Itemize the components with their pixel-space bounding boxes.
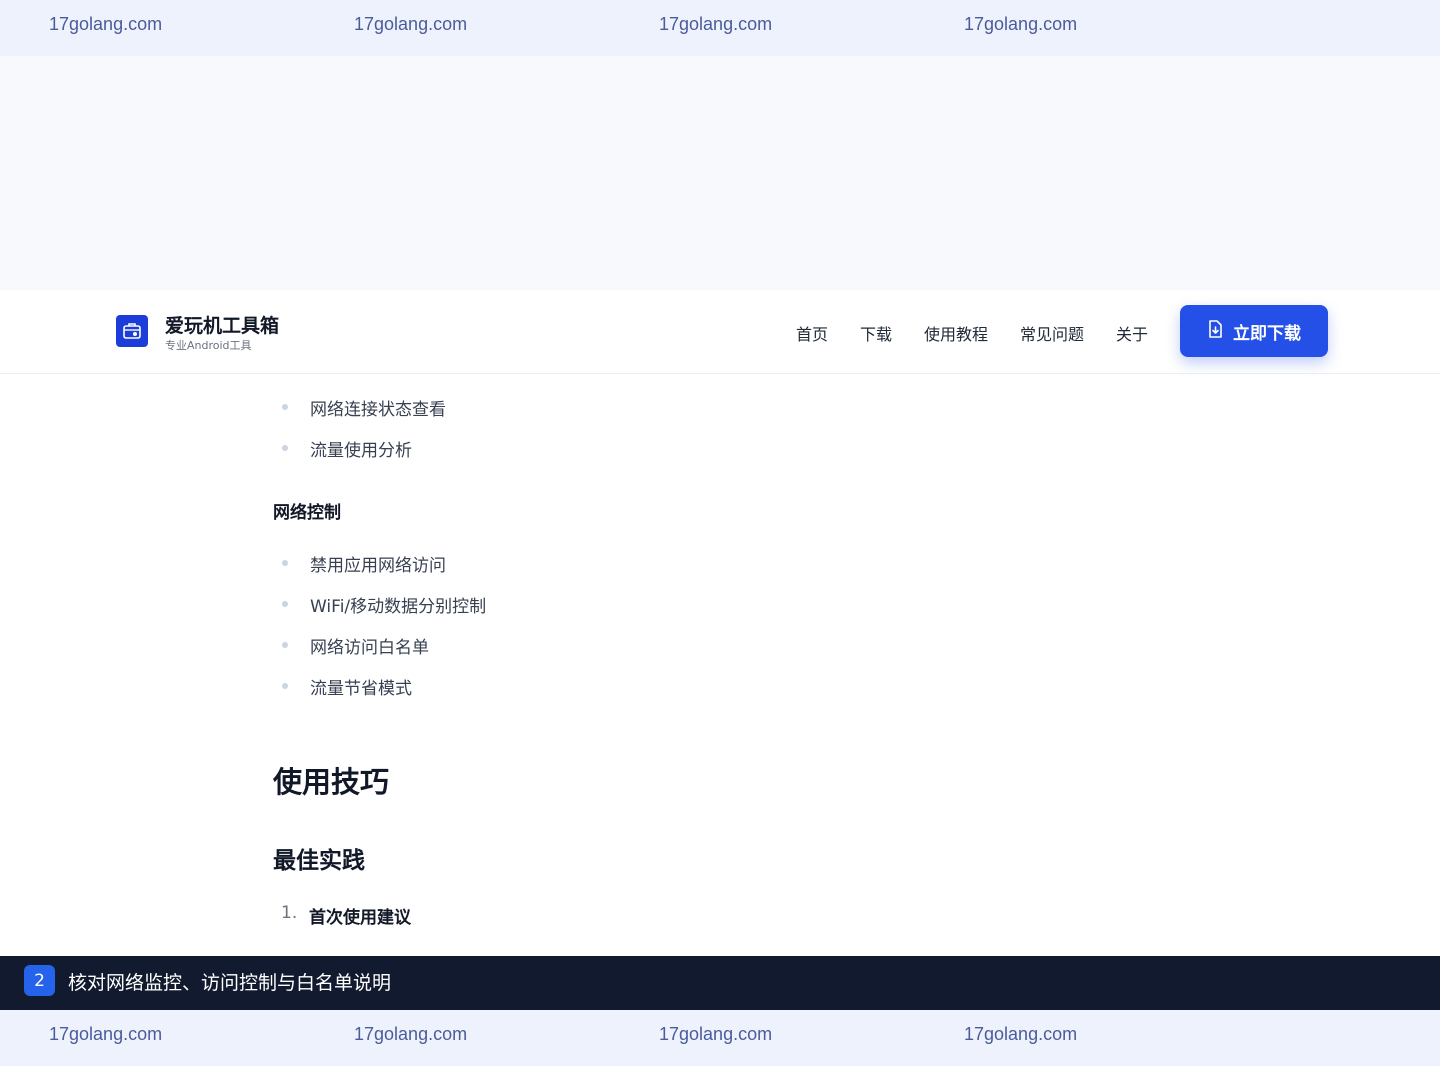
article-content: 网络连接状态查看 流量使用分析 网络控制 禁用应用网络访问 WiFi/移动数据分… [0, 374, 1440, 956]
nav-link-home[interactable]: 首页 [796, 321, 828, 345]
watermark-bar-bottom: 17golang.com 17golang.com 17golang.com 1… [0, 1010, 1440, 1066]
list-item: 流量节省模式 [310, 679, 412, 699]
brand-title[interactable]: 爱玩机工具箱 [165, 311, 279, 338]
step-caption-bar: 2 核对网络监控、访问控制与白名单说明 [0, 956, 1440, 1010]
step-caption-text: 核对网络监控、访问控制与白名单说明 [68, 972, 392, 994]
watermark-text: 17golang.com [354, 14, 468, 34]
nav-link-about[interactable]: 关于 [1116, 321, 1148, 345]
list-bullet [282, 601, 288, 607]
brand-subtitle: 专业Android工具 [165, 339, 252, 352]
file-download-icon [1207, 319, 1223, 343]
watermark-text: 17golang.com [49, 1024, 163, 1044]
nav-link-tutorial[interactable]: 使用教程 [924, 321, 988, 345]
list-bullet [282, 642, 288, 648]
download-now-button[interactable]: 立即下载 [1180, 305, 1328, 357]
watermark-text: 17golang.com [659, 1024, 773, 1044]
list-bullet [282, 404, 288, 410]
site-header: 爱玩机工具箱 专业Android工具 首页 下载 使用教程 常见问题 关于 立即… [0, 290, 1440, 374]
ordered-list-item: 首次使用建议 [309, 908, 411, 928]
list-item: 网络访问白名单 [310, 638, 429, 658]
list-item: 流量使用分析 [310, 441, 412, 461]
list-item: 禁用应用网络访问 [310, 556, 446, 576]
list-item: 网络连接状态查看 [310, 400, 446, 420]
watermark-text: 17golang.com [354, 1024, 468, 1044]
ordered-list-number: 1. [281, 903, 298, 923]
watermark-text: 17golang.com [964, 1024, 1078, 1044]
section-heading-tips: 使用技巧 [273, 765, 390, 799]
watermark-bar-top: 17golang.com 17golang.com 17golang.com 1… [0, 0, 1440, 56]
watermark-text: 17golang.com [659, 14, 773, 34]
step-badge: 2 [24, 965, 55, 996]
list-bullet [282, 683, 288, 689]
download-button-label: 立即下载 [1233, 323, 1301, 344]
blank-ad-space [0, 56, 1440, 290]
section-heading-best-practice: 最佳实践 [273, 848, 365, 874]
list-bullet [282, 560, 288, 566]
list-item: WiFi/移动数据分别控制 [310, 597, 487, 617]
nav-link-faq[interactable]: 常见问题 [1020, 321, 1084, 345]
section-heading-network-control: 网络控制 [273, 503, 341, 523]
watermark-text: 17golang.com [49, 14, 163, 34]
list-bullet [282, 445, 288, 451]
watermark-text: 17golang.com [964, 14, 1078, 34]
toolbox-icon[interactable] [116, 315, 148, 347]
nav-link-download[interactable]: 下载 [860, 321, 892, 345]
